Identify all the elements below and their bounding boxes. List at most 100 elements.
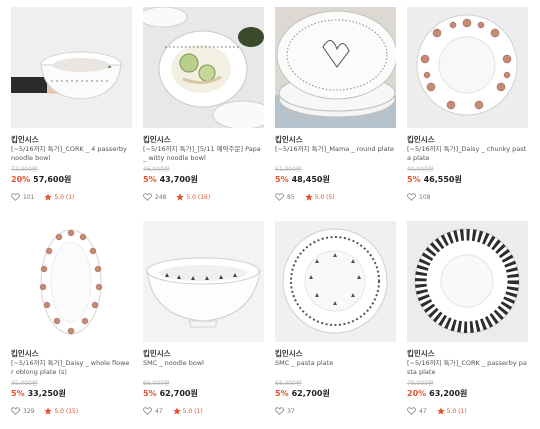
heart-icon[interactable] (11, 407, 20, 415)
product-image[interactable] (143, 221, 264, 342)
product-meta: 47 5.0 (1) (407, 407, 528, 415)
sale-price: 63,200원 (429, 389, 468, 398)
original-price: 49,000원 (407, 166, 434, 173)
product-card[interactable]: 킵인시스 SMC _ pasta plate 66,000원 5% 62,700원… (275, 221, 396, 423)
like-count: 47 (155, 407, 163, 415)
heart-icon[interactable] (143, 407, 152, 415)
sale-price: 46,550원 (423, 175, 462, 184)
sale-price: 33,250원 (27, 389, 66, 398)
product-name[interactable]: [~5/16까지 특가]_Daisy _ whole flower oblong… (11, 359, 132, 377)
brand-name: 킵인시스 (11, 135, 39, 144)
heart-icon[interactable] (143, 193, 152, 201)
product-grid: 킵인시스 [~5/16까지 특가]_CORK _ 4 passerby nood… (11, 7, 531, 423)
product-card[interactable]: 킵인시스 [~5/16까지 특가]_Mama _ round plate 51,… (275, 7, 396, 209)
product-name[interactable]: [~5/16까지 특가]_[5/11 예약주문] Papa _ witty no… (143, 145, 264, 163)
product-card[interactable]: 킵인시스 [~5/16까지 특가]_Daisy _ whole flower o… (11, 221, 132, 423)
brand-name: 킵인시스 (407, 349, 435, 358)
product-image[interactable] (407, 7, 528, 128)
brand-name: 킵인시스 (143, 349, 171, 358)
product-image[interactable] (407, 221, 528, 342)
original-price: 72,000원 (11, 166, 38, 173)
discount-rate: 5% (143, 389, 157, 398)
rating: 5.0 (15) (54, 407, 79, 415)
like-count: 47 (419, 407, 427, 415)
product-name[interactable]: [~5/16까지 특가]_CORK _ 4 passerby noodle bo… (11, 145, 132, 163)
rating: 5.0 (1) (446, 407, 467, 415)
product-image[interactable] (143, 7, 264, 128)
brand-name: 킵인시스 (275, 349, 303, 358)
like-count: 37 (287, 407, 295, 415)
product-name[interactable]: [~5/16까지 특가]_CORK _ passerby pasta plate (407, 359, 528, 377)
discount-rate: 5% (275, 175, 289, 184)
discount-rate: 5% (11, 389, 25, 398)
price-line: 20% 63,200원 (407, 388, 528, 399)
product-name[interactable]: [~5/16까지 특가]_Mama _ round plate (275, 145, 396, 163)
like-count: 101 (23, 193, 35, 201)
product-meta: 329 5.0 (15) (11, 407, 132, 415)
star-icon (44, 407, 53, 415)
heart-icon[interactable] (275, 407, 284, 415)
heart-icon[interactable] (275, 193, 284, 201)
brand-name: 킵인시스 (143, 135, 171, 144)
product-meta: 248 5.0 (16) (143, 193, 264, 201)
original-price: 35,000원 (11, 380, 38, 387)
brand-name: 킵인시스 (11, 349, 39, 358)
price-line: 5% 43,700원 (143, 174, 264, 185)
sale-price: 62,700원 (159, 389, 198, 398)
discount-rate: 5% (143, 175, 157, 184)
product-card[interactable]: 킵인시스 [~5/16까지 특가]_CORK _ 4 passerby nood… (11, 7, 132, 209)
product-name[interactable]: SMC _ pasta plate (275, 359, 396, 377)
heart-icon[interactable] (407, 407, 416, 415)
original-price: 46,000원 (143, 166, 170, 173)
product-image[interactable] (11, 221, 132, 342)
product-meta: 85 5.0 (5) (275, 193, 396, 201)
original-price: 66,000원 (143, 380, 170, 387)
product-name[interactable]: SMC _ noodle bowl (143, 359, 264, 377)
product-image[interactable] (275, 7, 396, 128)
price-line: 20% 57,600원 (11, 174, 132, 185)
brand-name: 킵인시스 (407, 135, 435, 144)
like-count: 85 (287, 193, 295, 201)
star-icon (44, 193, 53, 201)
price-line: 5% 62,700원 (275, 388, 396, 399)
like-count: 329 (23, 407, 35, 415)
discount-rate: 5% (407, 175, 421, 184)
rating: 5.0 (1) (54, 193, 75, 201)
product-image[interactable] (275, 221, 396, 342)
like-count: 108 (419, 193, 431, 201)
product-meta: 47 5.0 (1) (143, 407, 264, 415)
price-line: 5% 33,250원 (11, 388, 132, 399)
sale-price: 48,450원 (291, 175, 330, 184)
original-price: 51,000원 (275, 166, 302, 173)
product-image[interactable] (11, 7, 132, 128)
product-name[interactable]: [~5/16까지 특가]_Daisy _ chunky pasta plate (407, 145, 528, 163)
rating: 5.0 (5) (314, 193, 335, 201)
star-icon (304, 193, 313, 201)
price-line: 5% 48,450원 (275, 174, 396, 185)
sale-price: 62,700원 (291, 389, 330, 398)
original-price: 79,000원 (407, 380, 434, 387)
product-meta: 37 (275, 407, 396, 415)
product-card[interactable]: 킵인시스 SMC _ noodle bowl 66,000원 5% 62,700원… (143, 221, 264, 423)
brand-name: 킵인시스 (275, 135, 303, 144)
sale-price: 43,700원 (159, 175, 198, 184)
star-icon (436, 407, 445, 415)
discount-rate: 20% (11, 175, 31, 184)
price-line: 5% 46,550원 (407, 174, 528, 185)
product-card[interactable]: 킵인시스 [~5/16까지 특가]_[5/11 예약주문] Papa _ wit… (143, 7, 264, 209)
original-price: 66,000원 (275, 380, 302, 387)
star-icon (172, 407, 181, 415)
rating: 5.0 (16) (186, 193, 211, 201)
like-count: 248 (155, 193, 167, 201)
product-card[interactable]: 킵인시스 [~5/16까지 특가]_CORK _ passerby pasta … (407, 221, 528, 423)
price-line: 5% 62,700원 (143, 388, 264, 399)
heart-icon[interactable] (407, 193, 416, 201)
heart-icon[interactable] (11, 193, 20, 201)
product-card[interactable]: 킵인시스 [~5/16까지 특가]_Daisy _ chunky pasta p… (407, 7, 528, 209)
rating: 5.0 (1) (182, 407, 203, 415)
star-icon (176, 193, 185, 201)
sale-price: 57,600원 (33, 175, 72, 184)
product-meta: 108 (407, 193, 528, 201)
discount-rate: 5% (275, 389, 289, 398)
discount-rate: 20% (407, 389, 427, 398)
